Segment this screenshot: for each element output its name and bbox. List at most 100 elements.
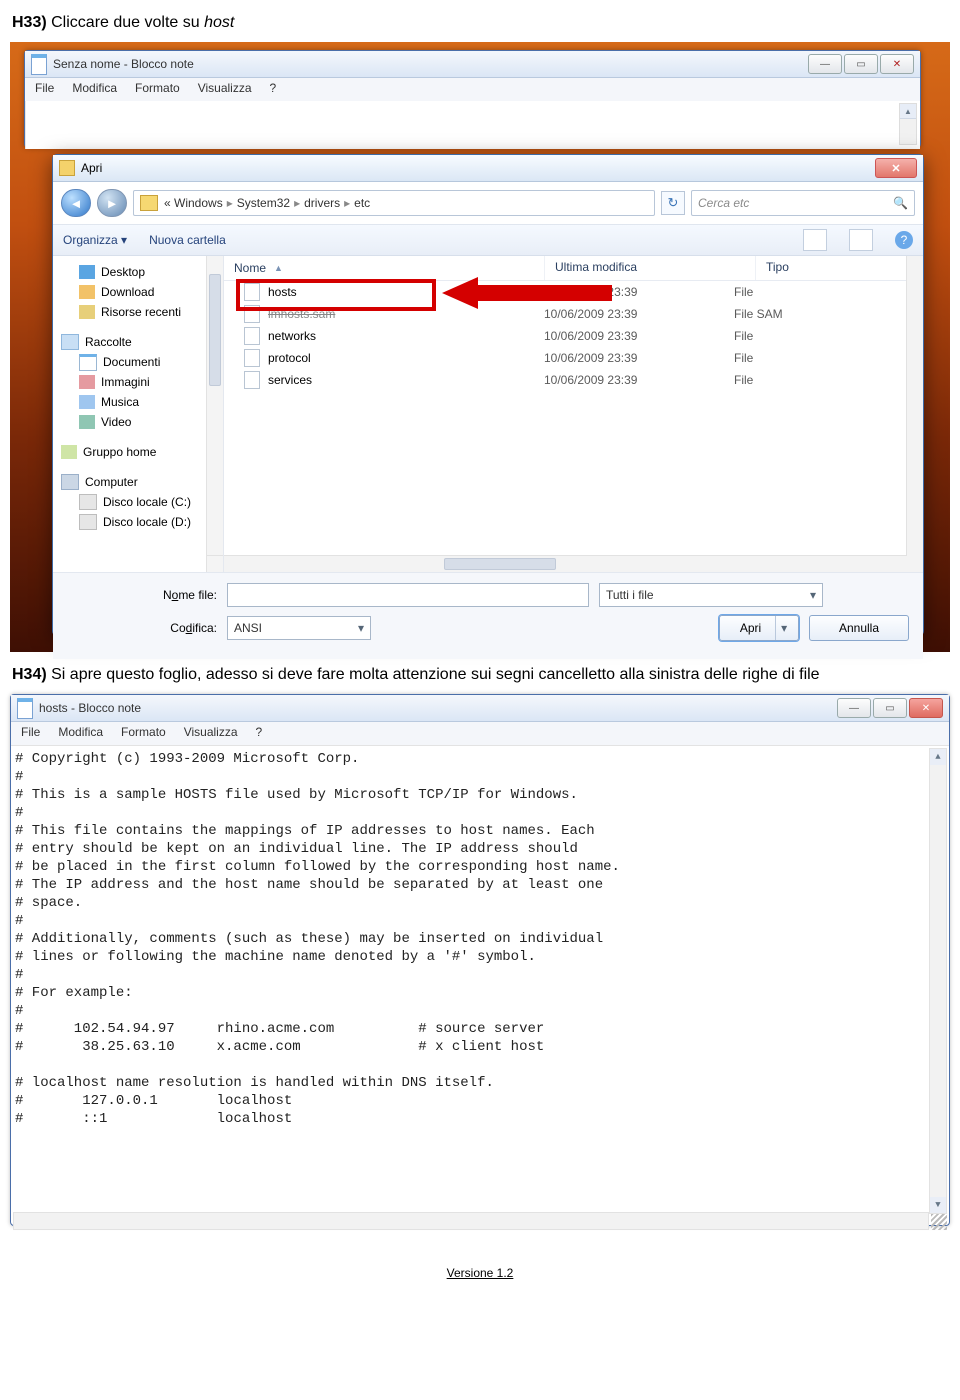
help-icon[interactable]: ? <box>895 231 913 249</box>
tree-music[interactable]: Musica <box>79 392 219 412</box>
menu-format[interactable]: Formato <box>121 725 166 745</box>
file-type: File <box>734 329 923 343</box>
nav-back-button[interactable]: ◄ <box>61 189 91 217</box>
col-type[interactable]: Tipo <box>756 256 923 280</box>
crumb[interactable]: drivers <box>304 196 340 210</box>
file-date: 10/06/2009 23:39 <box>544 307 734 321</box>
tree-computer[interactable]: Computer <box>61 472 219 492</box>
file-row[interactable]: services10/06/2009 23:39File <box>224 369 923 391</box>
screenshot-open-dialog: Senza nome - Blocco note — ▭ ✕ File Modi… <box>10 42 950 652</box>
scrollbar-horizontal[interactable] <box>13 1212 929 1230</box>
close-button[interactable]: ✕ <box>875 158 917 178</box>
tree-drive-d[interactable]: Disco locale (D:) <box>79 512 219 532</box>
file-row[interactable]: networks 10/06/2009 23:39File <box>224 325 923 347</box>
maximize-button[interactable]: ▭ <box>873 698 907 718</box>
refresh-button[interactable]: ↻ <box>661 191 685 215</box>
search-input[interactable]: Cerca etc 🔍 <box>691 190 915 216</box>
address-bar[interactable]: « Windows▸ System32▸ drivers▸ etc <box>133 190 655 216</box>
open-button[interactable]: Apri▾ <box>719 615 799 641</box>
file-date: 10/06/2009 23:39 <box>544 285 734 299</box>
file-name: lmhosts.sam <box>268 307 335 321</box>
tree-video[interactable]: Video <box>79 412 219 432</box>
col-date[interactable]: Ultima modifica <box>545 256 756 280</box>
scrollbar-vertical[interactable]: ▲ <box>899 103 917 145</box>
cancel-button[interactable]: Annulla <box>809 615 909 641</box>
file-icon <box>244 305 260 323</box>
scrollbar-vertical[interactable]: ▲▼ <box>929 748 947 1214</box>
heading-h34: H34) Si apre questo foglio, adesso si de… <box>12 666 948 684</box>
file-date: 10/06/2009 23:39 <box>544 329 734 343</box>
file-row[interactable]: protocol10/06/2009 23:39File <box>224 347 923 369</box>
new-folder-button[interactable]: Nuova cartella <box>149 233 226 247</box>
menu-file[interactable]: File <box>35 81 54 101</box>
tree-homegroup[interactable]: Gruppo home <box>61 442 219 462</box>
libraries-icon <box>61 334 79 350</box>
tree-drive-c[interactable]: Disco locale (C:) <box>79 492 219 512</box>
h34-prefix: H34) <box>12 666 51 683</box>
close-button[interactable]: ✕ <box>880 54 914 74</box>
close-button[interactable]: ✕ <box>909 698 943 718</box>
notepad-titlebar[interactable]: hosts - Blocco note — ▭ ✕ <box>11 695 949 722</box>
notepad-window-back: Senza nome - Blocco note — ▭ ✕ File Modi… <box>24 50 921 148</box>
notepad-text-area[interactable]: # Copyright (c) 1993-2009 Microsoft Corp… <box>11 745 949 1232</box>
tree-documents[interactable]: Documenti <box>79 352 219 372</box>
menu-edit[interactable]: Modifica <box>58 725 103 745</box>
documents-icon <box>79 354 97 371</box>
scrollbar-vertical[interactable] <box>906 256 923 572</box>
menu-edit[interactable]: Modifica <box>72 81 117 101</box>
file-icon <box>244 371 260 389</box>
filename-input[interactable] <box>227 583 589 607</box>
menu-help[interactable]: ? <box>270 81 277 101</box>
view-mode-icon[interactable] <box>803 229 827 251</box>
chevron-down-icon[interactable]: ▾ <box>776 621 792 635</box>
file-type-combo[interactable]: Tutti i file▾ <box>599 583 823 607</box>
nav-forward-button[interactable]: ► <box>97 189 127 217</box>
open-dialog-toolbar: Organizza ▾ Nuova cartella ? <box>53 225 923 256</box>
h33-prefix: H33) <box>12 14 51 31</box>
file-row[interactable]: lmhosts.sam10/06/2009 23:39File SAM <box>224 303 923 325</box>
file-name: networks <box>268 329 316 343</box>
tree-download[interactable]: Download <box>79 282 219 302</box>
minimize-button[interactable]: — <box>837 698 871 718</box>
crumb[interactable]: etc <box>354 196 370 210</box>
encoding-label: Codifica: <box>67 621 217 635</box>
file-row[interactable]: hosts10/06/2009 23:39File <box>224 281 923 303</box>
disk-icon <box>79 494 97 510</box>
notepad-menubar: File Modifica Formato Visualizza ? <box>25 78 920 101</box>
folder-icon <box>140 195 158 211</box>
notepad-menubar: File Modifica Formato Visualizza ? <box>11 722 949 745</box>
minimize-button[interactable]: — <box>808 54 842 74</box>
file-list-header: Nome ▲ Ultima modifica Tipo <box>224 256 923 281</box>
crumb[interactable]: System32 <box>237 196 290 210</box>
encoding-combo[interactable]: ANSI▾ <box>227 616 371 640</box>
col-name[interactable]: Nome ▲ <box>224 256 545 280</box>
preview-pane-icon[interactable] <box>849 229 873 251</box>
menu-view[interactable]: Visualizza <box>198 81 252 101</box>
tree-images[interactable]: Immagini <box>79 372 219 392</box>
file-date: 10/06/2009 23:39 <box>544 373 734 387</box>
resize-grip-icon[interactable] <box>931 1214 947 1230</box>
notepad-titlebar[interactable]: Senza nome - Blocco note — ▭ ✕ <box>25 51 920 78</box>
scrollbar-horizontal[interactable] <box>224 555 907 572</box>
file-type: File <box>734 373 923 387</box>
menu-file[interactable]: File <box>21 725 40 745</box>
file-date: 10/06/2009 23:39 <box>544 351 734 365</box>
file-icon <box>244 283 260 301</box>
scrollbar-vertical[interactable] <box>206 256 223 572</box>
crumb[interactable]: « Windows <box>164 196 223 210</box>
chevron-down-icon: ▾ <box>358 621 364 635</box>
menu-format[interactable]: Formato <box>135 81 180 101</box>
open-dialog-titlebar[interactable]: Apri ✕ <box>53 155 923 182</box>
menu-view[interactable]: Visualizza <box>184 725 238 745</box>
organize-menu[interactable]: Organizza ▾ <box>63 233 127 247</box>
notepad-title: Senza nome - Blocco note <box>53 57 194 71</box>
menu-help[interactable]: ? <box>256 725 263 745</box>
maximize-button[interactable]: ▭ <box>844 54 878 74</box>
notepad-icon <box>17 698 33 719</box>
open-dialog-title: Apri <box>81 161 102 175</box>
file-name: protocol <box>268 351 311 365</box>
filename-label: Nome file: <box>67 588 217 602</box>
tree-desktop[interactable]: Desktop <box>79 262 219 282</box>
tree-recent[interactable]: Risorse recenti <box>79 302 219 322</box>
tree-libraries[interactable]: Raccolte <box>61 332 219 352</box>
